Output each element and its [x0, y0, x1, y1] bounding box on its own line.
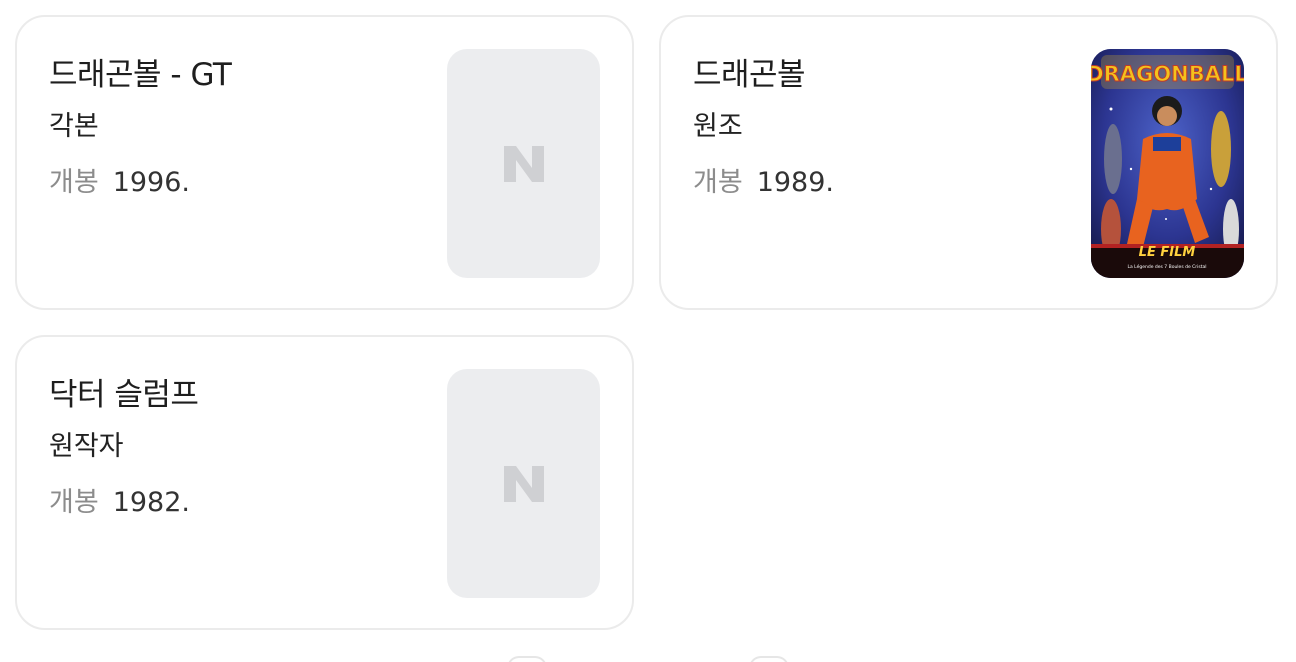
poster-caption: LE FILM: [1139, 245, 1196, 260]
release-label: 개봉: [693, 167, 743, 198]
film-title[interactable]: 드래곤볼 - GT: [49, 53, 232, 97]
film-role: 각본: [49, 111, 99, 142]
film-info: 드래곤볼 - GT 각본 개봉 1996.: [49, 53, 232, 203]
release-label: 개봉: [49, 487, 99, 518]
film-role: 원조: [693, 111, 743, 142]
filmography-grid: 드래곤볼 - GT 각본 개봉 1996. 드래곤볼 원조 개봉 1989. D…: [0, 0, 1296, 662]
pagination-controls: [0, 656, 1296, 662]
film-title[interactable]: 닥터 슬럼프: [49, 373, 199, 417]
film-title[interactable]: 드래곤볼: [693, 53, 834, 97]
release-year: 1989.: [756, 167, 834, 198]
film-role: 원작자: [49, 431, 124, 462]
release-info: 개봉 1982.: [49, 483, 198, 523]
thumbnail-placeholder[interactable]: [447, 369, 600, 598]
release-info: 개봉 1989.: [693, 163, 834, 203]
naver-n-icon: [503, 145, 544, 182]
next-page-button[interactable]: [749, 656, 789, 662]
thumbnail-placeholder[interactable]: [447, 49, 600, 278]
film-poster[interactable]: DRAGONBALL LE FILM La Légende des 7 Boul…: [1091, 49, 1244, 278]
film-info: 닥터 슬럼프 원작자 개봉 1982.: [49, 373, 199, 523]
film-info: 드래곤볼 원조 개봉 1989.: [693, 53, 834, 203]
prev-page-button[interactable]: [507, 656, 547, 662]
release-year: 1982.: [112, 487, 190, 518]
film-card[interactable]: 닥터 슬럼프 원작자 개봉 1982.: [15, 335, 634, 630]
naver-n-icon: [503, 465, 544, 502]
release-year: 1996.: [112, 167, 190, 198]
poster-subcaption: La Légende des 7 Boules de Cristal: [1127, 263, 1206, 270]
poster-image: DRAGONBALL LE FILM La Légende des 7 Boul…: [1091, 49, 1244, 278]
film-card[interactable]: 드래곤볼 원조 개봉 1989. DRAGONBALL LE FILM La L…: [659, 15, 1278, 310]
film-card[interactable]: 드래곤볼 - GT 각본 개봉 1996.: [15, 15, 634, 310]
release-label: 개봉: [49, 167, 99, 198]
release-info: 개봉 1996.: [49, 163, 231, 203]
poster-logo-text: DRAGONBALL: [1091, 62, 1244, 86]
